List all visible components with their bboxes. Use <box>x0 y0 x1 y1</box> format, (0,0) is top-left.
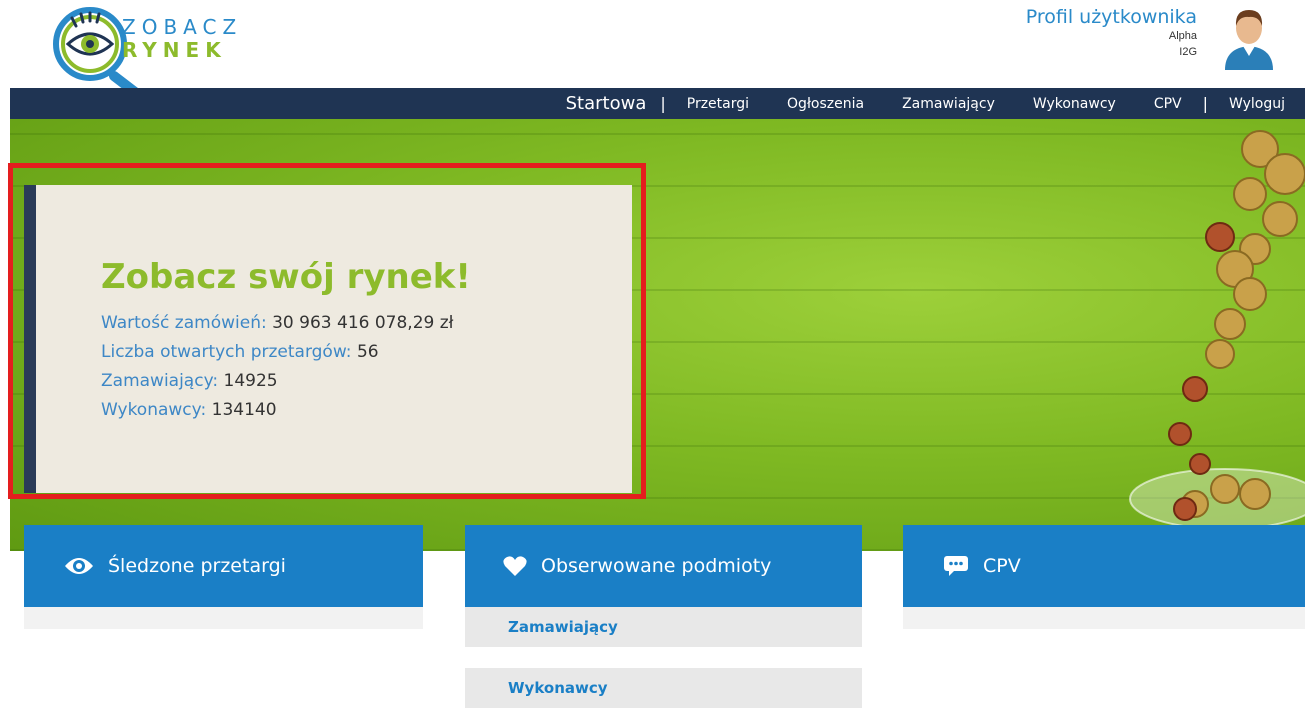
nav-separator: | <box>660 94 666 113</box>
nav-wykonawcy[interactable]: Wykonawcy <box>1014 96 1135 112</box>
user-profile[interactable]: Profil użytkownika Alpha I2G <box>1026 6 1197 60</box>
submenu-zamawiajacy[interactable]: Zamawiający <box>465 607 862 647</box>
avatar[interactable] <box>1221 4 1277 70</box>
logo-wordmark: ZOBACZ RYNEK <box>122 16 242 62</box>
tile-footer <box>903 607 1305 629</box>
profile-org: I2G <box>1179 46 1197 58</box>
nav-ogloszenia[interactable]: Ogłoszenia <box>768 96 883 112</box>
tile-obserwowane-podmioty[interactable]: Obserwowane podmioty <box>465 525 862 607</box>
main-nav: Startowa | Przetargi Ogłoszenia Zamawiaj… <box>10 88 1305 119</box>
tile-footer <box>24 607 423 629</box>
coins-illustration <box>1129 130 1305 530</box>
nav-zamawiajacy[interactable]: Zamawiający <box>883 96 1014 112</box>
tile-label: Obserwowane podmioty <box>541 555 772 577</box>
logo-line1: ZOBACZ <box>122 15 243 39</box>
nav-przetargi[interactable]: Przetargi <box>668 96 768 112</box>
tile-label: Śledzone przetargi <box>108 555 286 577</box>
tile-cpv[interactable]: CPV <box>903 525 1305 607</box>
nav-startowa[interactable]: Startowa <box>547 93 659 114</box>
tile-label: CPV <box>983 555 1021 577</box>
profile-name: Alpha <box>1168 30 1197 42</box>
submenu-wykonawcy[interactable]: Wykonawcy <box>465 668 862 708</box>
highlight-box <box>8 163 646 499</box>
tile-sledzone-przetargi[interactable]: Śledzone przetargi <box>24 525 423 607</box>
profile-title[interactable]: Profil użytkownika <box>1026 6 1197 28</box>
heart-icon <box>503 555 527 577</box>
chat-icon <box>943 555 969 577</box>
logo-line2: RYNEK <box>122 38 227 62</box>
nav-cpv[interactable]: CPV <box>1135 96 1201 112</box>
eye-icon <box>64 556 94 576</box>
nav-logout[interactable]: Wyloguj <box>1210 96 1289 112</box>
nav-separator: | <box>1202 94 1208 113</box>
